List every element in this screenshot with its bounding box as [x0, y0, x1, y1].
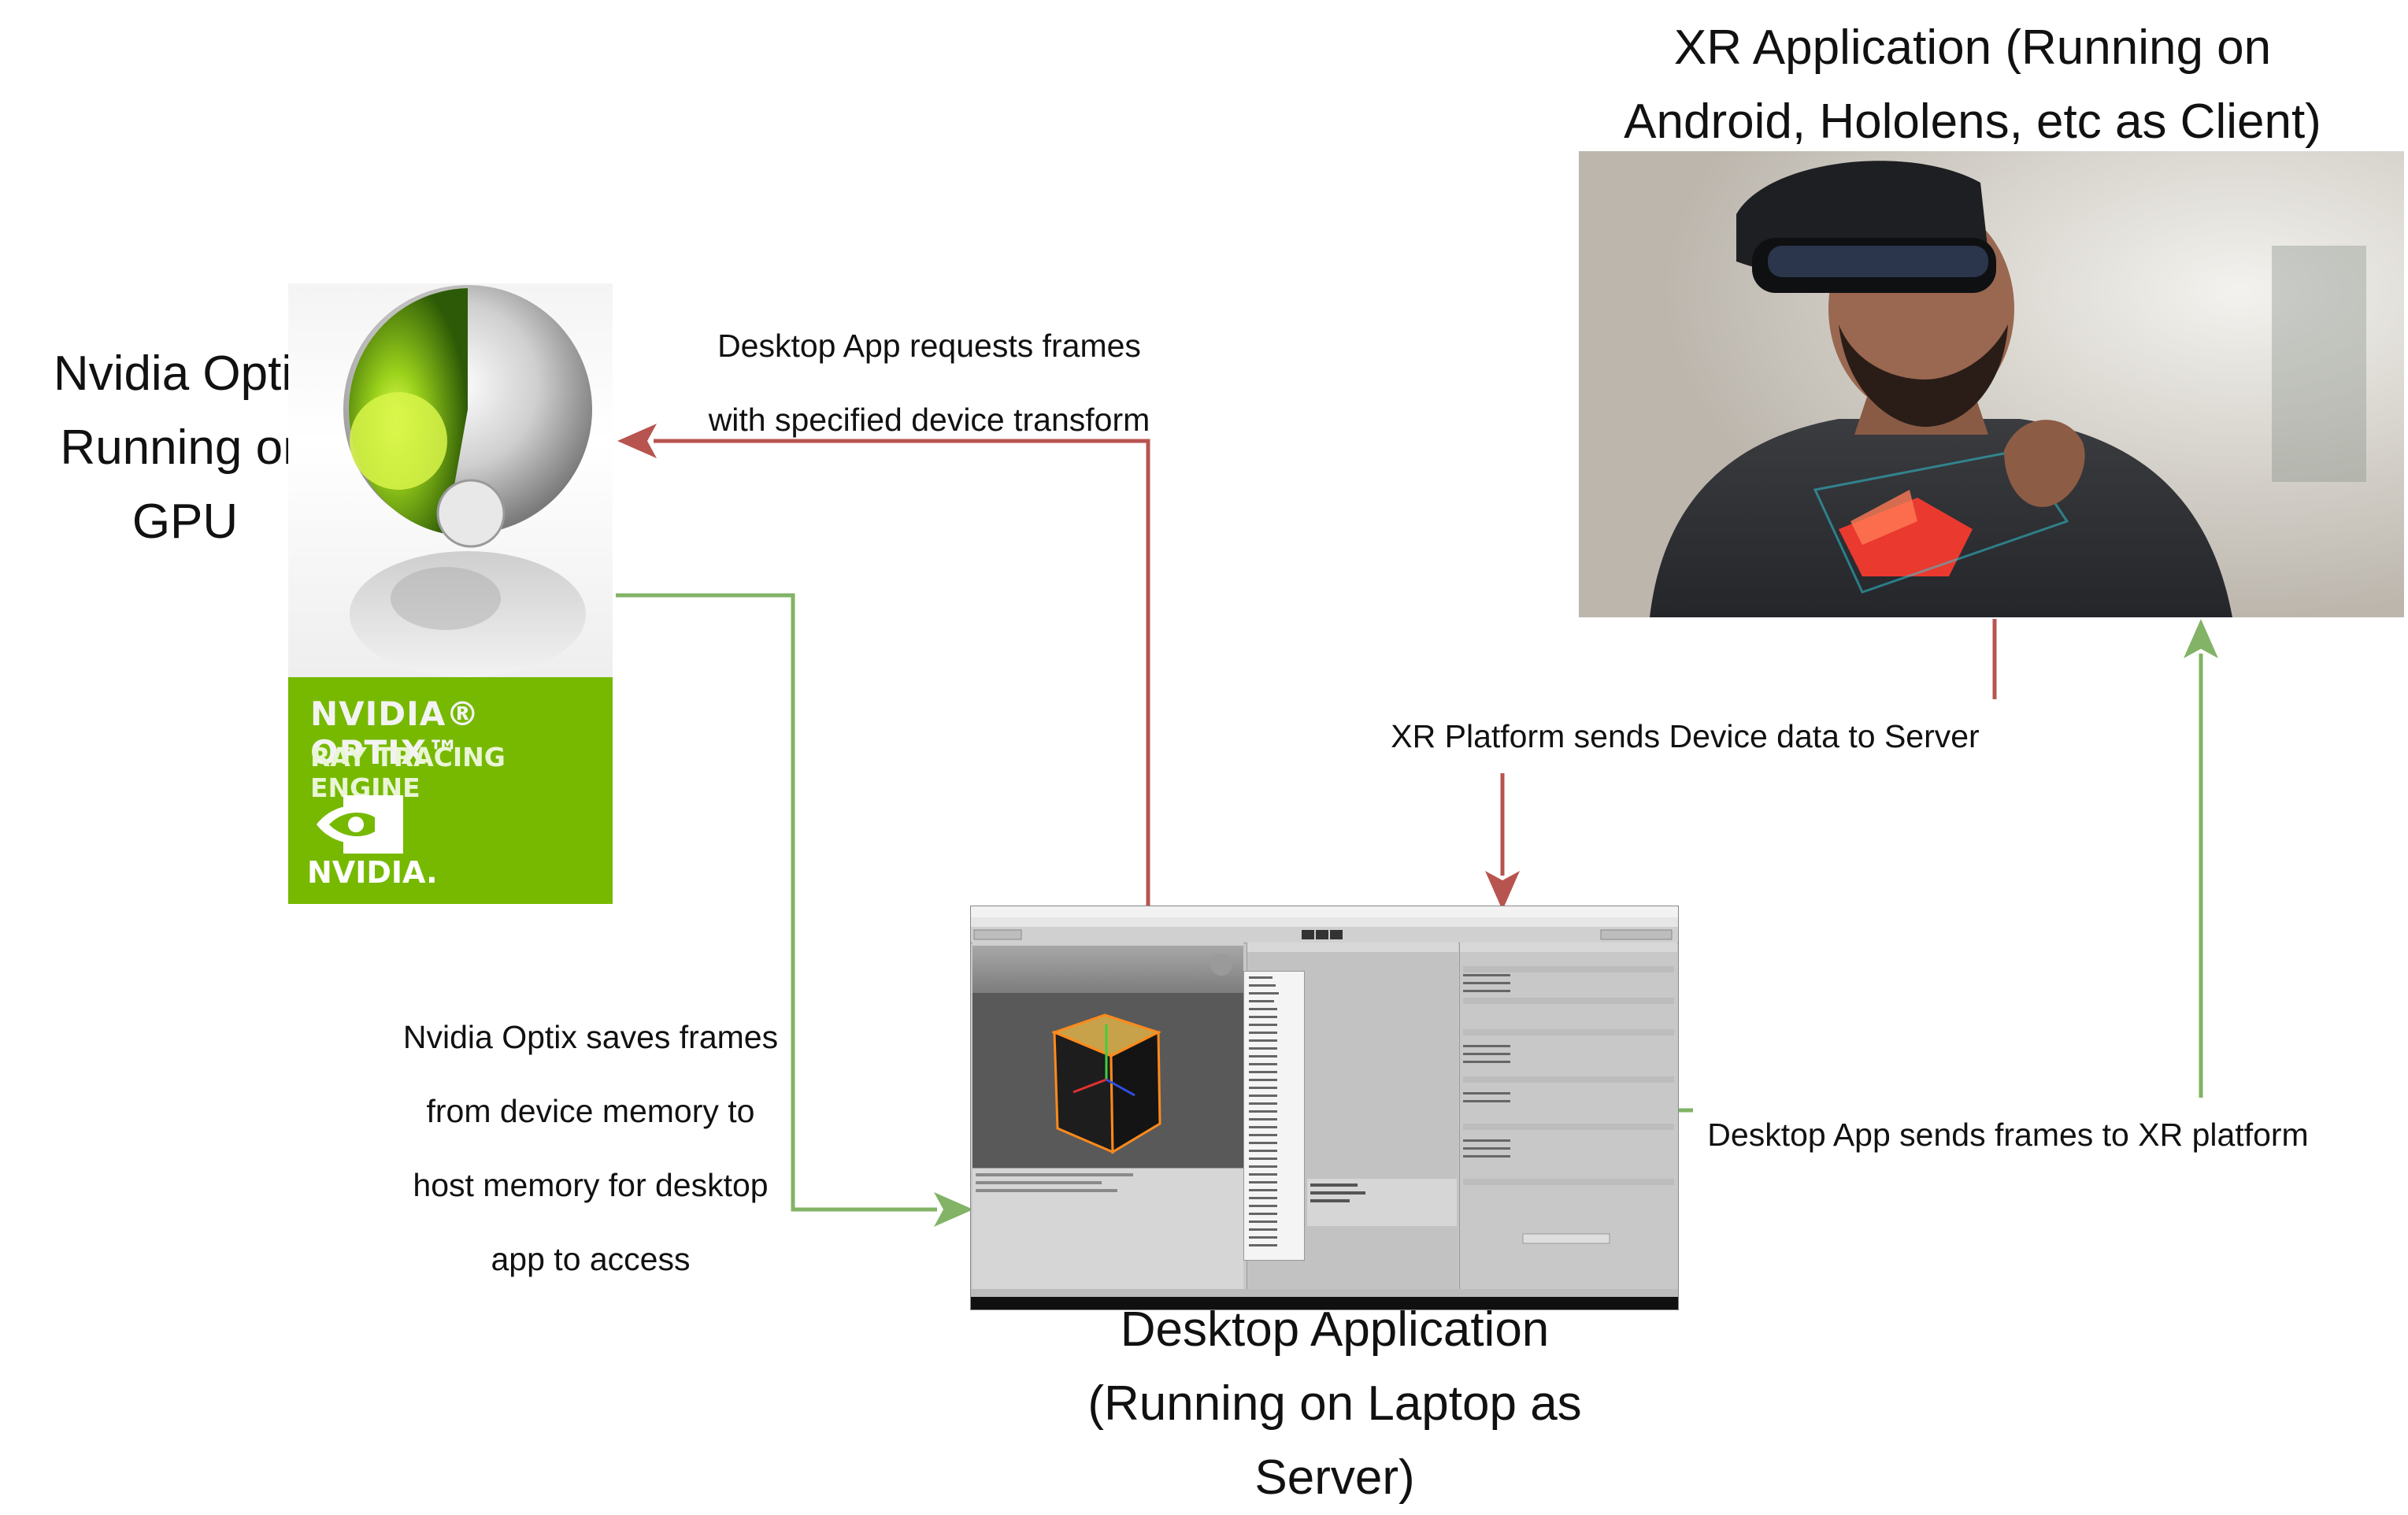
edge-label-line: host memory for desktop — [413, 1167, 769, 1203]
sphere-icon — [343, 285, 592, 677]
desktop-title-line: (Running on Laptop as — [1087, 1376, 1582, 1431]
desktop-title-line: Desktop Application — [1120, 1302, 1550, 1357]
toolbar-icons — [973, 929, 1673, 940]
optix-sphere-image — [288, 283, 613, 677]
inspector-rows — [1460, 943, 1677, 1244]
unity-toolbar — [971, 927, 1678, 943]
desktop-title-line: Server) — [1254, 1450, 1415, 1505]
edge-desktop-to-optix — [654, 439, 1150, 906]
inspector-panel — [1459, 943, 1677, 1289]
console-panel — [972, 1168, 1243, 1290]
desktop-title: Desktop Application (Running on Laptop a… — [969, 1293, 1701, 1515]
xr-headset-photo — [1579, 151, 2404, 617]
console-lines — [976, 1173, 1133, 1192]
edge-label-line: with specified device transform — [708, 402, 1150, 438]
optix-logo: NVIDIA® OPTIX™ RAY TRACING ENGINE NVIDIA… — [288, 283, 613, 904]
optix-engine-text: RAY TRACING ENGINE — [310, 742, 506, 803]
unity-editor-screenshot — [970, 906, 1679, 1310]
edge-label-line: XR Platform sends Device data to Server — [1391, 718, 1980, 754]
label-xr-to-desktop: XR Platform sends Device data to Server — [1370, 699, 2000, 773]
label-optix-to-desktop: Nvidia Optix saves frames from device me… — [378, 1000, 803, 1296]
xr-title: XR Application (Running on Android, Holo… — [1543, 11, 2402, 159]
arrowhead-to-optix — [617, 424, 657, 458]
edge-label-line: Nvidia Optix saves frames — [402, 1019, 779, 1055]
optix-brand-band: NVIDIA® OPTIX™ RAY TRACING ENGINE NVIDIA… — [288, 677, 613, 904]
edge-label-line: from device memory to — [426, 1093, 755, 1129]
cube-gizmo-icon — [1050, 954, 1232, 1154]
arrowhead-to-xr — [2184, 619, 2218, 658]
edge-label-line: Desktop App sends frames to XR platform — [1693, 1098, 2323, 1172]
edge-label-line: app to access — [491, 1241, 691, 1277]
arrowhead-to-desktop — [934, 1192, 973, 1227]
nvidia-eye-icon — [317, 795, 403, 854]
unity-titlebar — [971, 906, 1678, 917]
xr-title-line: XR Application (Running on — [1673, 20, 2272, 75]
arrowhead-xr-to-desktop — [1485, 871, 1520, 910]
layer-dropdown — [1243, 971, 1305, 1261]
edge-label-line: Desktop App requests frames — [717, 328, 1141, 364]
label-desktop-to-optix: Desktop App requests frames with specifi… — [677, 309, 1181, 457]
person-with-headset-image — [1579, 151, 2404, 617]
scene-view — [972, 946, 1243, 1198]
label-desktop-to-xr: Desktop App sends frames to XR platform — [1693, 1098, 2323, 1172]
xr-title-line: Android, Hololens, etc as Client) — [1624, 94, 2321, 149]
unity-menubar — [971, 917, 1678, 927]
dropdown-rows — [1249, 976, 1279, 1246]
nvidia-wordmark: NVIDIA. — [307, 855, 438, 890]
